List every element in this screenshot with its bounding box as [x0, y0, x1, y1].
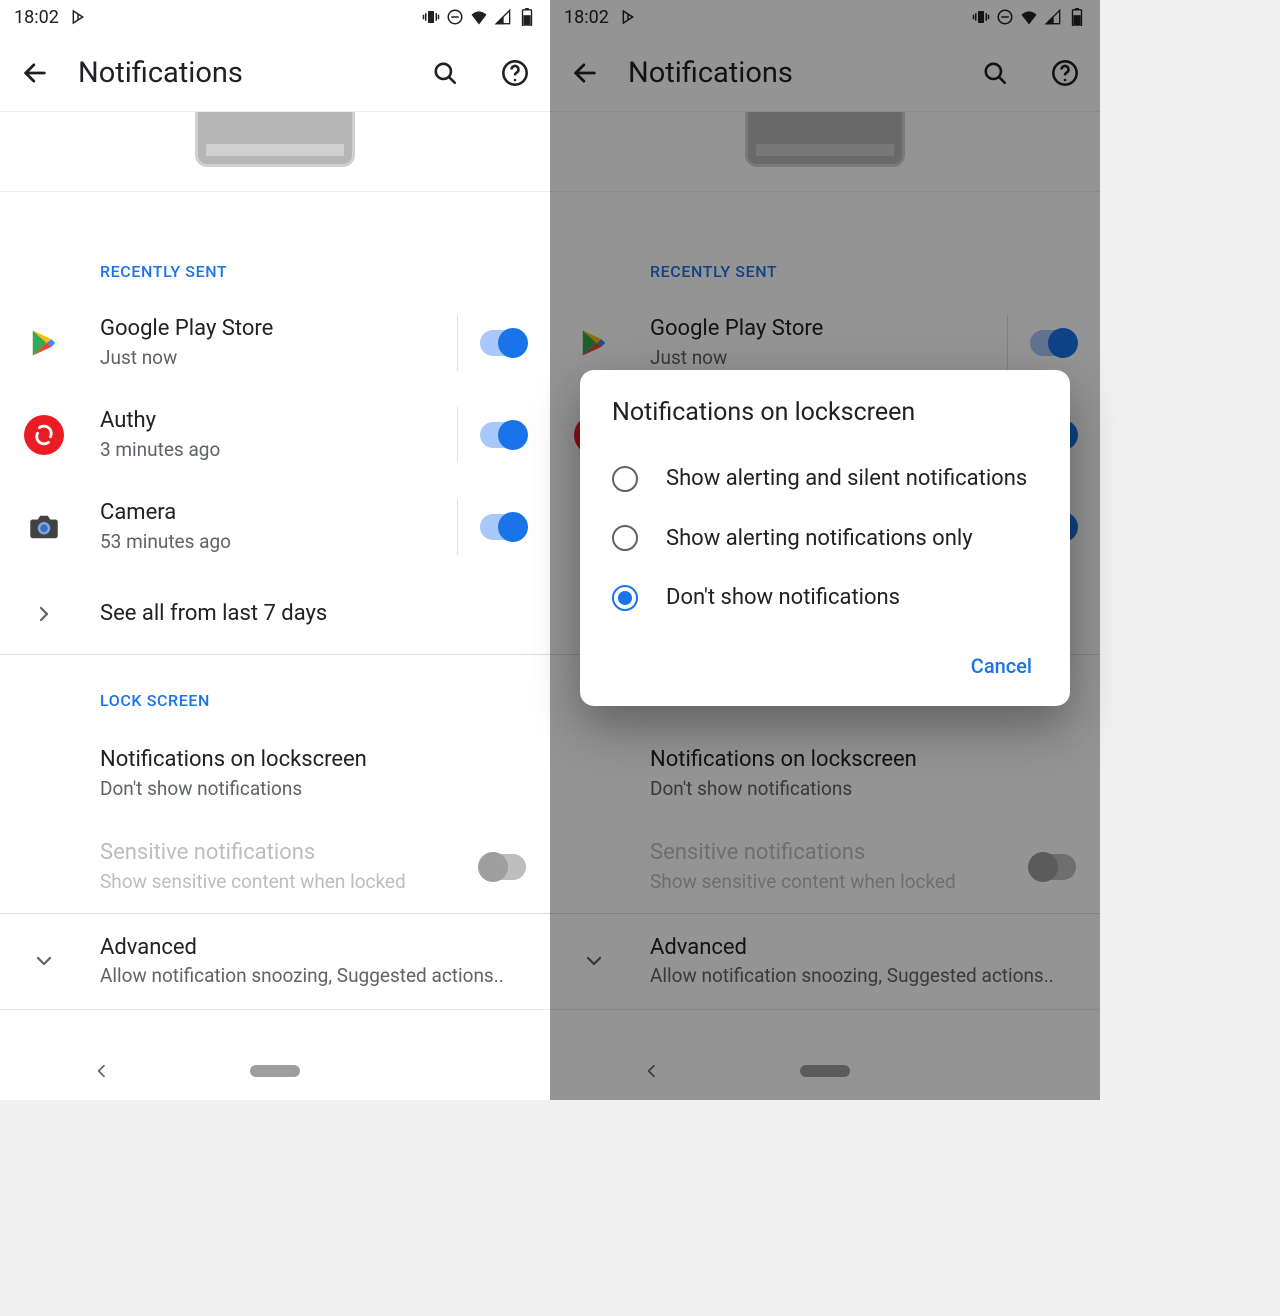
app-name: Authy — [100, 407, 447, 436]
radio-icon — [612, 466, 638, 492]
section-divider — [0, 1009, 550, 1010]
see-all-row[interactable]: See all from last 7 days — [0, 573, 550, 654]
back-button[interactable] — [20, 58, 50, 88]
dialog-option-2[interactable]: Don't show notifications — [612, 568, 1038, 628]
vibrate-icon — [422, 8, 440, 26]
app-name: Camera — [100, 499, 447, 528]
wifi-icon — [470, 8, 488, 26]
google-play-icon — [24, 323, 64, 363]
dialog-option-0[interactable]: Show alerting and silent notifications — [612, 449, 1038, 509]
toggle-google-play[interactable] — [480, 330, 526, 356]
lockscreen-dialog: Notifications on lockscreen Show alertin… — [580, 370, 1070, 706]
dialog-title: Notifications on lockscreen — [612, 398, 1038, 427]
battery-icon — [518, 8, 536, 26]
app-row-authy[interactable]: Authy 3 minutes ago — [0, 389, 550, 481]
page-title: Notifications — [78, 56, 402, 90]
authy-icon — [24, 415, 64, 455]
radio-label: Don't show notifications — [666, 584, 900, 612]
toggle-camera[interactable] — [480, 514, 526, 540]
cancel-button[interactable]: Cancel — [965, 644, 1038, 688]
radio-icon — [612, 525, 638, 551]
app-indicator-icon — [69, 8, 87, 26]
divider — [457, 315, 458, 371]
sensitive-sub: Show sensitive content when locked — [100, 870, 480, 895]
phone-screen-right: 18:02 Notifications — [550, 0, 1100, 1100]
dialog-option-1[interactable]: Show alerting notifications only — [612, 509, 1038, 569]
advanced-title: Advanced — [100, 934, 526, 963]
system-home-pill[interactable] — [250, 1065, 300, 1077]
divider — [457, 499, 458, 555]
signal-icon — [494, 8, 512, 26]
app-row-google-play-store[interactable]: Google Play Store Just now — [0, 297, 550, 389]
chevron-down-icon — [24, 952, 64, 970]
sensitive-title: Sensitive notifications — [100, 839, 480, 868]
status-time: 18:02 — [14, 7, 59, 28]
app-row-camera[interactable]: Camera 53 minutes ago — [0, 481, 550, 573]
lockscreen-notif-title: Notifications on lockscreen — [100, 746, 526, 775]
radio-icon-checked — [612, 585, 638, 611]
section-recently-sent: RECENTLY SENT — [0, 192, 550, 297]
advanced-sub: Allow notification snoozing, Suggested a… — [100, 964, 526, 989]
phone-screen-left: 18:02 Notifications — [0, 0, 550, 1100]
radio-label: Show alerting and silent notifications — [666, 465, 1027, 493]
advanced-row[interactable]: Advanced Allow notification snoozing, Su… — [0, 914, 550, 1009]
app-name: Google Play Store — [100, 315, 447, 344]
lockscreen-notifications-row[interactable]: Notifications on lockscreen Don't show n… — [0, 726, 550, 821]
divider — [457, 407, 458, 463]
lockscreen-preview — [0, 112, 550, 192]
status-bar: 18:02 — [0, 0, 550, 34]
camera-icon — [24, 507, 64, 547]
do-not-disturb-icon — [446, 8, 464, 26]
system-nav-bar — [0, 1042, 550, 1100]
search-button[interactable] — [430, 58, 460, 88]
app-bar: Notifications — [0, 34, 550, 112]
lockscreen-notif-sub: Don't show notifications — [100, 777, 526, 802]
help-button[interactable] — [500, 58, 530, 88]
chevron-right-icon — [24, 605, 64, 623]
app-time: 3 minutes ago — [100, 438, 447, 463]
toggle-authy[interactable] — [480, 422, 526, 448]
radio-label: Show alerting notifications only — [666, 525, 973, 553]
sensitive-notifications-row: Sensitive notifications Show sensitive c… — [0, 821, 550, 912]
phone-mock-icon — [195, 112, 355, 167]
section-lock-screen: LOCK SCREEN — [0, 655, 550, 726]
app-time: Just now — [100, 346, 447, 371]
system-back-icon[interactable] — [94, 1063, 110, 1079]
see-all-label: See all from last 7 days — [100, 601, 327, 626]
app-time: 53 minutes ago — [100, 530, 447, 555]
toggle-sensitive — [480, 854, 526, 880]
